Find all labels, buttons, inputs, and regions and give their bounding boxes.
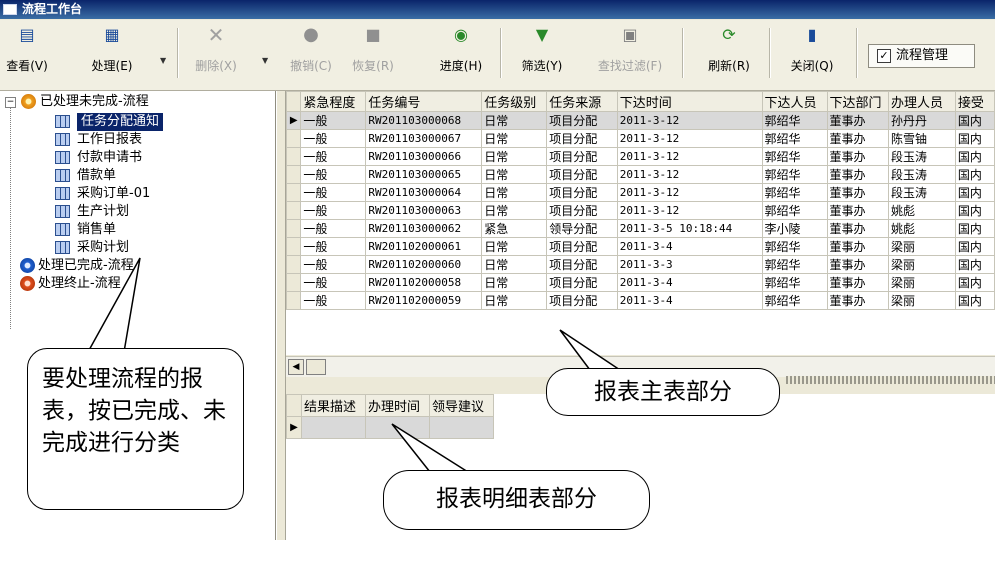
- detail-callout: 报表明细表部分: [383, 470, 650, 530]
- left-callout: 要处理流程的报表，按已完成、未完成进行分类: [27, 348, 244, 510]
- left-callout-text: 要处理流程的报表，按已完成、未完成进行分类: [42, 366, 226, 456]
- main-callout-pointer: [559, 329, 621, 371]
- detail-callout-text: 报表明细表部分: [436, 486, 597, 512]
- main-callout-text: 报表主表部分: [594, 379, 732, 405]
- left-callout-pointer: [87, 257, 141, 353]
- detail-callout-pointer: [391, 423, 469, 473]
- main-callout: 报表主表部分: [546, 368, 780, 416]
